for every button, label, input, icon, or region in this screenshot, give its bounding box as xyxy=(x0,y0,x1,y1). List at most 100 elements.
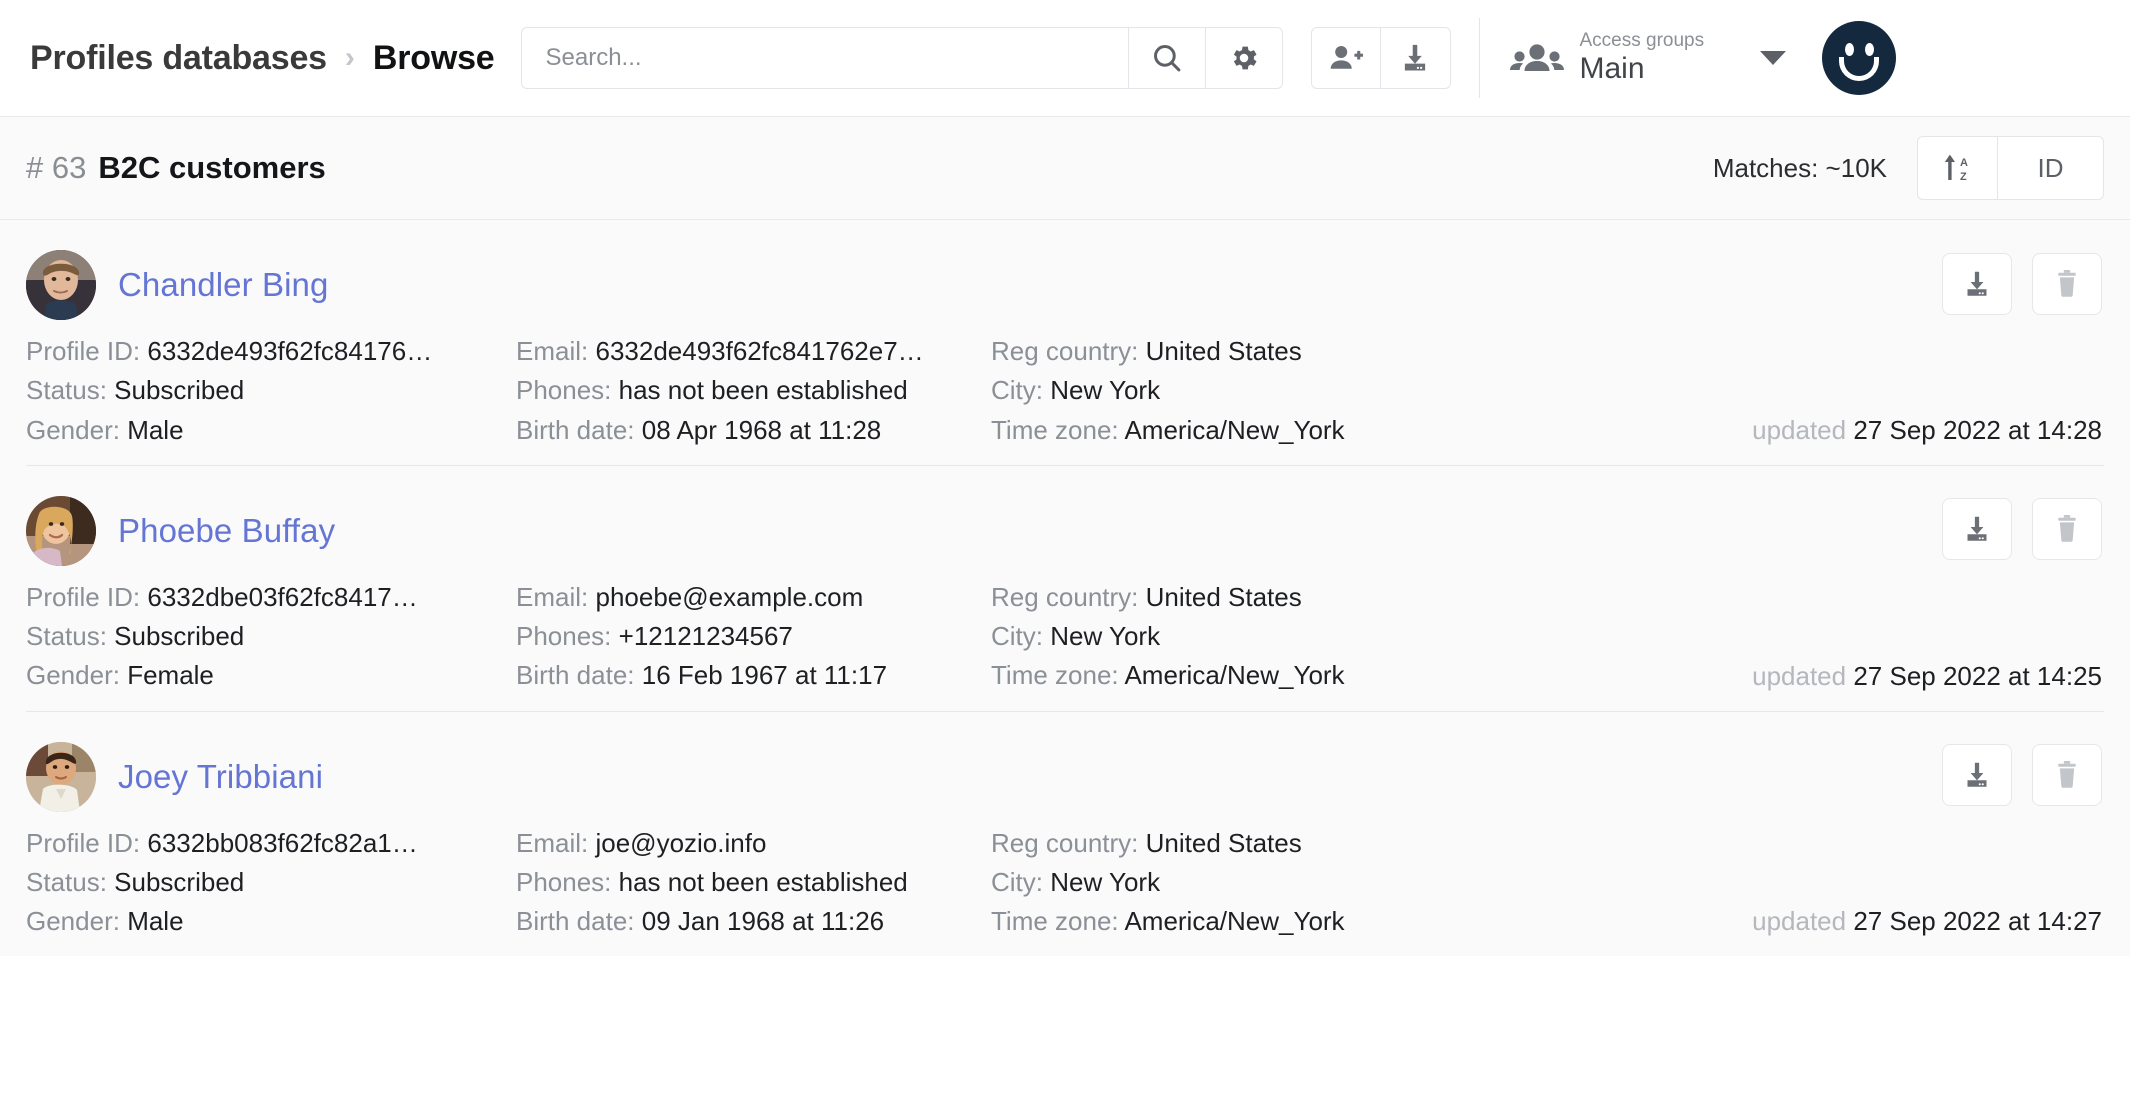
field-label: Gender: xyxy=(26,414,120,445)
field-label: Status: xyxy=(26,375,107,406)
profile-fields-col-1: Profile ID: 6332de493f62fc84176… Status:… xyxy=(26,335,516,447)
access-groups-label: Access groups xyxy=(1579,29,1705,51)
field-label: Profile ID: xyxy=(26,336,141,366)
download-icon xyxy=(1962,760,1992,790)
sort-field-button[interactable]: ID xyxy=(1998,136,2104,200)
field-value: Subscribed xyxy=(114,866,245,897)
field-label: Phones: xyxy=(516,621,612,652)
import-profiles-button[interactable] xyxy=(1380,27,1451,89)
profile-row-actions xyxy=(1942,497,2102,560)
field-phones: Phones: +12121234567 xyxy=(516,620,991,653)
field-label: Time zone: xyxy=(991,414,1119,445)
field-value: America/New_York xyxy=(1124,414,1345,445)
field-phones: Phones: has not been established xyxy=(516,866,991,899)
search-input[interactable]: Search... xyxy=(520,27,1129,89)
field-value: Male xyxy=(127,414,184,445)
profile-row: Joey Tribbiani Profile ID: 6332bb083f62f… xyxy=(0,710,2130,957)
profile-avatar[interactable] xyxy=(26,495,96,566)
profiles-list: Chandler Bing Profile ID: 6332de493f62fc… xyxy=(0,220,2130,957)
profile-header: Chandler Bing xyxy=(26,250,2104,320)
user-avatar[interactable] xyxy=(1822,21,1897,95)
field-label: City: xyxy=(991,375,1043,406)
field-city: City: New York xyxy=(991,866,1491,899)
field-time-zone: Time zone: America/New_York xyxy=(991,905,1491,938)
gear-icon xyxy=(1228,42,1260,74)
profile-name-link[interactable]: Joey Tribbiani xyxy=(118,758,323,796)
field-label: Status: xyxy=(26,621,107,652)
field-profile-id: Profile ID: 6332dbe03f62fc8417… xyxy=(26,581,516,614)
field-value: Subscribed xyxy=(114,621,245,652)
delete-profile-button[interactable] xyxy=(2032,743,2102,806)
search-placeholder: Search... xyxy=(545,44,642,71)
field-gender: Gender: Male xyxy=(26,905,516,938)
avatar-eye-right xyxy=(1865,43,1875,56)
field-value: 09 Jan 1968 at 11:26 xyxy=(641,906,885,937)
access-groups-value: Main xyxy=(1579,51,1645,85)
field-birth-date: Birth date: 09 Jan 1968 at 11:26 xyxy=(516,905,991,938)
profile-header: Phoebe Buffay xyxy=(26,495,2104,566)
field-value: Female xyxy=(127,660,214,691)
field-value: Male xyxy=(127,906,184,937)
profile-fields-col-2: Email: 6332de493f62fc841762e7… Phones: h… xyxy=(516,335,991,447)
updated-value: 27 Sep 2022 at 14:25 xyxy=(1853,660,2102,691)
matches-count: Matches: ~10K xyxy=(1712,152,1887,183)
profile-fields-col-3: Reg country: United States City: New Yor… xyxy=(991,581,1491,693)
field-label: Phones: xyxy=(516,866,612,897)
breadcrumb: Profiles databases › Browse xyxy=(30,39,495,78)
profile-avatar[interactable] xyxy=(26,250,96,320)
download-icon xyxy=(1399,42,1431,74)
trash-icon xyxy=(2053,514,2081,544)
svg-text:A: A xyxy=(1960,157,1968,169)
export-profile-button[interactable] xyxy=(1942,497,2012,560)
add-profile-button[interactable] xyxy=(1310,27,1381,89)
avatar-eye-left xyxy=(1845,43,1855,56)
user-plus-icon xyxy=(1328,43,1364,73)
export-profile-button[interactable] xyxy=(1942,253,2012,315)
field-label: City: xyxy=(991,866,1043,897)
field-value: 08 Apr 1968 at 11:28 xyxy=(641,414,882,445)
sort-direction-button[interactable]: A Z xyxy=(1917,136,1998,200)
field-label: Reg country: xyxy=(991,336,1139,366)
field-value: America/New_York xyxy=(1124,906,1345,937)
field-gender: Gender: Male xyxy=(26,414,516,447)
field-city: City: New York xyxy=(991,374,1491,407)
field-value: +12121234567 xyxy=(618,621,793,652)
updated-value: 27 Sep 2022 at 14:27 xyxy=(1853,906,2102,937)
field-reg-country: Reg country: United States xyxy=(991,827,1491,860)
profile-avatar[interactable] xyxy=(26,741,96,812)
profile-name-link[interactable]: Phoebe Buffay xyxy=(118,512,335,550)
field-profile-id: Profile ID: 6332de493f62fc84176… xyxy=(26,335,516,368)
profile-updated: updated 27 Sep 2022 at 14:28 xyxy=(1752,415,2102,446)
chevron-down-icon[interactable] xyxy=(1760,51,1787,65)
export-profile-button[interactable] xyxy=(1942,743,2012,806)
search-button[interactable] xyxy=(1128,27,1206,89)
field-time-zone: Time zone: America/New_York xyxy=(991,414,1491,447)
field-label: Email: xyxy=(516,827,589,858)
breadcrumb-current: Browse xyxy=(372,38,495,77)
delete-profile-button[interactable] xyxy=(2032,497,2102,560)
field-status: Status: Subscribed xyxy=(26,620,516,653)
field-reg-country: Reg country: United States xyxy=(991,581,1491,614)
profile-header: Joey Tribbiani xyxy=(26,741,2104,812)
breadcrumb-root-link[interactable]: Profiles databases xyxy=(30,39,327,78)
profile-name-link[interactable]: Chandler Bing xyxy=(118,266,328,304)
field-label: Gender: xyxy=(26,660,120,691)
updated-label: updated xyxy=(1752,906,1847,937)
profile-fields-col-2: Email: joe@yozio.info Phones: has not be… xyxy=(516,827,991,939)
field-value: 6332dbe03f62fc8417… xyxy=(147,581,418,612)
search-settings-button[interactable] xyxy=(1205,27,1283,89)
profile-row: Chandler Bing Profile ID: 6332de493f62fc… xyxy=(0,220,2130,465)
database-name: B2C customers xyxy=(98,150,326,185)
field-value: America/New_York xyxy=(1124,660,1345,691)
access-groups-selector[interactable]: Access groups Main xyxy=(1509,29,1787,86)
profile-fields-col-3: Reg country: United States City: New Yor… xyxy=(991,827,1491,939)
delete-profile-button[interactable] xyxy=(2032,253,2102,315)
chevron-right-icon: › xyxy=(344,41,355,74)
profile-row-actions xyxy=(1942,743,2102,806)
field-value: United States xyxy=(1145,581,1302,612)
sort-alpha-asc-icon: A Z xyxy=(1943,152,1973,184)
field-value: New York xyxy=(1050,375,1161,406)
field-value: 6332bb083f62fc82a1… xyxy=(147,827,418,858)
sort-control-group: A Z ID xyxy=(1917,136,2104,200)
profile-row: Phoebe Buffay Profile ID: 6332dbe03f62fc… xyxy=(0,464,2130,711)
